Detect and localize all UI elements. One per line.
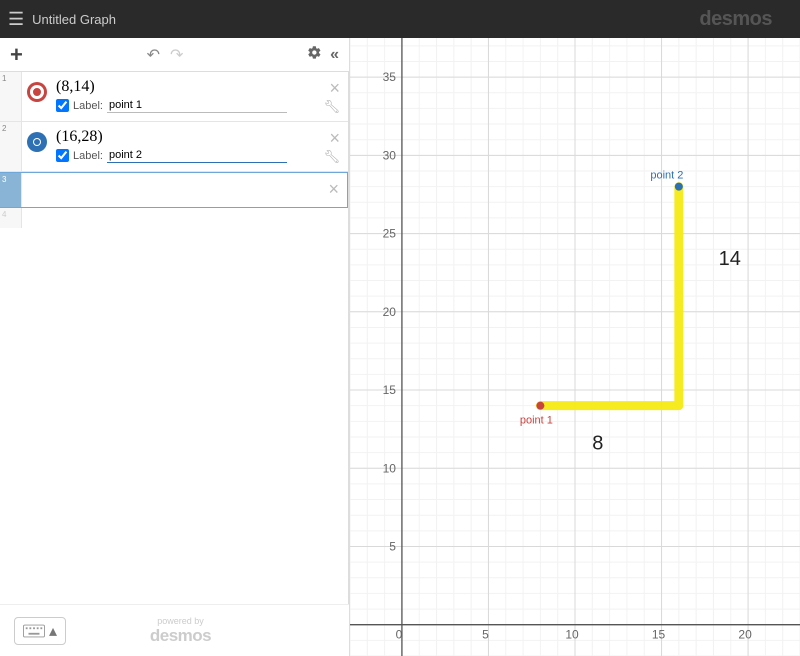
label-caption: Label: [73,150,103,162]
svg-text:10: 10 [565,628,579,642]
collapse-sidebar-icon[interactable]: « [330,46,339,64]
close-icon[interactable]: × [329,78,340,99]
menu-icon[interactable]: ☰ [8,9,24,30]
keyboard-button[interactable]: ▴ [14,617,66,645]
graph-title[interactable]: Untitled Graph [32,12,699,27]
expression-row[interactable]: 1 (8,14) Label: × 🔧︎ [0,72,348,122]
expression-list: 1 (8,14) Label: × 🔧︎ 2 [0,72,349,604]
close-icon[interactable]: × [329,128,340,149]
label-checkbox[interactable] [56,99,69,112]
label-checkbox[interactable] [56,149,69,162]
expression-formula[interactable]: (8,14) [56,78,340,96]
label-caption: Label: [73,100,103,112]
brand-logo: desmos [699,8,772,31]
redo-icon[interactable]: ↷ [170,45,183,65]
wrench-icon[interactable]: 🔧︎ [323,99,340,115]
sidebar-footer: ▴ powered by desmos [0,604,349,656]
wrench-icon[interactable]: 🔧︎ [323,149,340,165]
gear-icon[interactable] [307,45,322,65]
powered-by: powered by desmos [66,616,295,646]
svg-text:5: 5 [389,539,396,553]
expression-formula[interactable]: (16,28) [56,128,340,146]
svg-text:20: 20 [738,628,752,642]
expression-index: 4 [0,208,22,228]
expression-index: 3 [0,173,22,207]
expression-row[interactable]: 2 (16,28) Label: × 🔧︎ [0,122,348,172]
svg-text:point 2: point 2 [650,170,683,182]
svg-text:10: 10 [383,461,397,475]
expression-index: 2 [0,122,22,171]
svg-text:15: 15 [652,628,666,642]
expression-color-icon[interactable] [22,72,52,121]
app-header: ☰ Untitled Graph desmos [0,0,800,38]
svg-text:14: 14 [719,248,741,270]
sidebar-toolbar: + ↶ ↷ « [0,38,349,72]
svg-text:35: 35 [383,70,397,84]
svg-text:20: 20 [383,305,397,319]
label-input[interactable] [107,98,287,113]
close-icon[interactable]: × [328,179,339,200]
label-input[interactable] [107,148,287,163]
expression-row-stub[interactable]: 4 [0,208,348,228]
svg-text:15: 15 [383,383,397,397]
expression-color-icon[interactable] [22,122,52,171]
expression-row[interactable]: 3 × [0,172,348,208]
svg-text:8: 8 [592,432,603,454]
expression-sidebar: + ↶ ↷ « 1 (8,14) Label: [0,38,350,656]
add-expression-button[interactable]: + [10,42,23,68]
svg-text:5: 5 [482,628,489,642]
svg-text:30: 30 [383,148,397,162]
undo-icon[interactable]: ↶ [147,45,160,65]
main-area: + ↶ ↷ « 1 (8,14) Label: [0,38,800,656]
svg-text:point 1: point 1 [520,415,553,427]
svg-text:25: 25 [383,227,397,241]
expression-index: 1 [0,72,22,121]
graph-canvas[interactable]: 0 5 10 15 20 5 10 15 20 25 30 35 point 1 point 2 8 14 [350,38,800,656]
svg-text:0: 0 [396,628,403,642]
chevron-up-icon: ▴ [49,621,57,641]
